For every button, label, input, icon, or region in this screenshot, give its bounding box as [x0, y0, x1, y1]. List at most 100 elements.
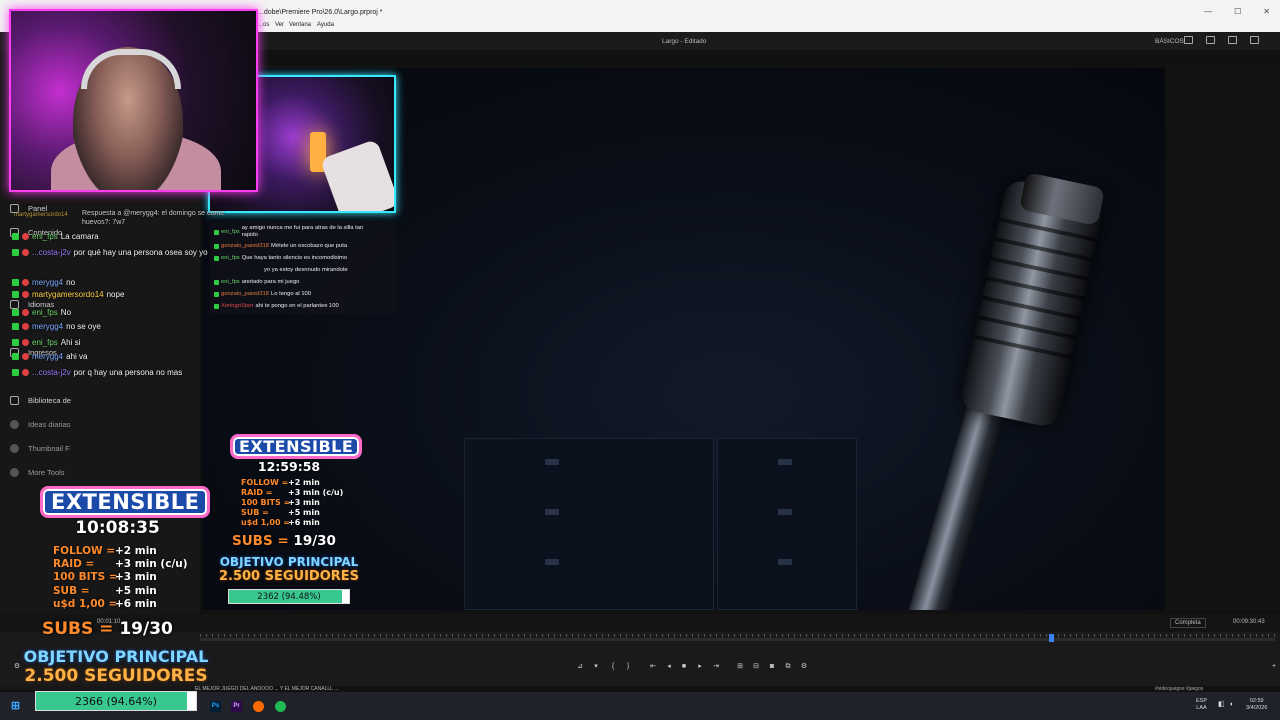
- step-forward-icon[interactable]: ▸: [694, 661, 706, 673]
- playhead[interactable]: [1049, 634, 1054, 642]
- lang-bottom: LAA: [1196, 705, 1207, 711]
- chat-username[interactable]: merygg4: [32, 352, 63, 361]
- step-back-icon[interactable]: ◂: [663, 661, 675, 673]
- overwrite-icon[interactable]: ⊟: [750, 661, 762, 673]
- rules-small: FOLLOW = +2 min RAID = +3 min (c/u) 100 BITS…: [241, 478, 361, 528]
- mod-badge-icon: [12, 323, 19, 330]
- insert-icon[interactable]: ⊞: [734, 661, 746, 673]
- mod-badge-icon: [12, 309, 19, 316]
- menu-icon[interactable]: [1228, 36, 1237, 44]
- maximize-icon[interactable]: ☐: [1234, 7, 1241, 16]
- chat-message: merygg4 no se oye: [12, 322, 101, 331]
- subs-label: SUBS =: [42, 619, 114, 639]
- mod-badge-icon: [12, 249, 19, 256]
- rule-value: +6 min: [288, 518, 320, 527]
- clock[interactable]: 02:59 3/4/2026: [1246, 698, 1267, 712]
- chat-username[interactable]: merygg4: [32, 322, 63, 331]
- rule-key: RAID =: [241, 488, 273, 497]
- panel-icon[interactable]: [1184, 36, 1193, 44]
- rule-row: SUB = +5 min: [53, 585, 157, 597]
- chat-username[interactable]: eni_fps: [32, 232, 58, 241]
- subs-counter-big: SUBS = 19/30: [42, 619, 173, 639]
- spotify-icon[interactable]: [275, 701, 286, 712]
- rule-row: RAID = +3 min (c/u): [53, 558, 188, 570]
- expand-icon[interactable]: [1250, 36, 1259, 44]
- marker-icon[interactable]: ▾: [590, 661, 602, 673]
- objective-goal: 2.500 SEGUIDORES: [24, 666, 208, 686]
- camera-icon[interactable]: ◙: [766, 661, 778, 673]
- firefox-icon[interactable]: [253, 701, 264, 712]
- add-button-icon[interactable]: +: [1268, 661, 1280, 673]
- window-controls: — ☐ ✕: [1204, 7, 1270, 16]
- chat-username[interactable]: martygamersordo14: [32, 290, 104, 299]
- extensible-widget-big: EXTENSIBLE 10:08:35: [40, 486, 211, 538]
- mark-in-icon[interactable]: ⊿: [574, 661, 586, 673]
- go-to-out-icon[interactable]: ⇥: [710, 661, 722, 673]
- rule-row: u$d 1,00 = +6 min: [53, 598, 157, 610]
- premiere-icon[interactable]: Pr: [231, 701, 242, 712]
- in-point-icon[interactable]: {: [607, 661, 619, 673]
- export-icon[interactable]: [1206, 36, 1215, 44]
- sub-badge-icon: [22, 249, 29, 256]
- rule-value: +5 min: [288, 508, 320, 517]
- extensible-timer: 12:59:58: [257, 459, 321, 474]
- sidebar-item-label: Biblioteca de: [28, 396, 71, 405]
- go-to-in-icon[interactable]: ⇤: [647, 661, 659, 673]
- workspace-menu[interactable]: BÁSICOS: [1155, 38, 1184, 45]
- sidebar-item-ideas[interactable]: Ideas diarias: [10, 420, 71, 429]
- objective-title: OBJETIVO PRINCIPAL: [219, 555, 359, 569]
- chat-message: ...costa-j2v por q hay una persona no mas: [12, 368, 182, 377]
- photoshop-icon[interactable]: Ps: [210, 701, 221, 712]
- chat-username[interactable]: eni_fps: [32, 338, 58, 347]
- wifi-icon[interactable]: ◧: [1218, 701, 1225, 708]
- chat-text: por qué hay una persona osea soy yo: [73, 248, 208, 257]
- chat-username[interactable]: ...costa-j2v: [32, 248, 71, 257]
- chat-text: ahi va: [66, 352, 88, 361]
- project-title: Largo - Editado: [662, 38, 707, 45]
- out-point-icon[interactable]: }: [622, 661, 634, 673]
- sidebar-item-more-tools[interactable]: More Tools: [10, 468, 65, 477]
- chat-username[interactable]: merygg4: [32, 278, 63, 287]
- sub-badge-icon: [22, 339, 29, 346]
- goal-progress-big: 2366 (94.64%): [35, 691, 197, 711]
- language-indicator[interactable]: ESP LAA: [1196, 698, 1207, 712]
- stop-icon[interactable]: ■: [678, 661, 690, 673]
- chat-username[interactable]: eni_fps: [32, 308, 58, 317]
- chat-message: martygamersordo14 nope: [12, 290, 124, 299]
- rule-row: RAID = +3 min (c/u): [241, 488, 343, 497]
- chat-text: ahi te pongo en el parlantee 100: [255, 303, 339, 309]
- window-title: ...dobe\Premiere Pro\26.0\Largo.prproj *: [258, 9, 383, 16]
- minimize-icon[interactable]: —: [1204, 7, 1212, 16]
- settings-icon[interactable]: ⚙: [798, 661, 810, 673]
- scrub-track[interactable]: [200, 638, 1275, 641]
- chat-username[interactable]: ...costa-j2v: [32, 368, 71, 377]
- rule-value: +3 min: [288, 498, 320, 507]
- menu-ventana[interactable]: Ventana: [289, 22, 311, 28]
- tools-icon: [10, 468, 19, 477]
- extensible-banner: EXTENSIBLE: [230, 434, 363, 459]
- sidebar-item-label: More Tools: [28, 468, 65, 477]
- windows-start-icon[interactable]: ⊞: [10, 701, 21, 712]
- volume-icon[interactable]: ◖: [1229, 701, 1233, 708]
- rules-big: FOLLOW = +2 min RAID = +3 min (c/u) 100 BITS…: [53, 545, 203, 611]
- menu-ver[interactable]: Ver: [275, 22, 284, 28]
- rule-row: u$d 1,00 = +6 min: [241, 518, 320, 527]
- rule-key: 100 BITS =: [53, 571, 118, 584]
- rule-row: 100 BITS = +3 min: [241, 498, 320, 507]
- rule-row: FOLLOW = +2 min: [53, 545, 157, 557]
- sidebar-item-biblioteca[interactable]: Biblioteca de: [10, 396, 71, 405]
- menu-item[interactable]: ...os: [258, 22, 269, 28]
- compare-icon[interactable]: ⧉: [782, 661, 794, 673]
- extensible-widget-small: EXTENSIBLE 12:59:58: [230, 434, 363, 474]
- headset: [81, 49, 181, 89]
- rule-key: SUB =: [241, 508, 269, 517]
- chat-text: Lo tengo al 100: [271, 291, 312, 297]
- rule-key: FOLLOW =: [241, 478, 289, 487]
- menu-ayuda[interactable]: Ayuda: [317, 22, 334, 28]
- subs-label: SUBS =: [232, 533, 289, 549]
- resolution-select[interactable]: Completa: [1170, 618, 1206, 628]
- sidebar-item-thumbnail[interactable]: Thumbnail F: [10, 444, 70, 453]
- close-icon[interactable]: ✕: [1263, 7, 1270, 16]
- sub-badge-icon: [22, 323, 29, 330]
- rule-row: FOLLOW = +2 min: [241, 478, 320, 487]
